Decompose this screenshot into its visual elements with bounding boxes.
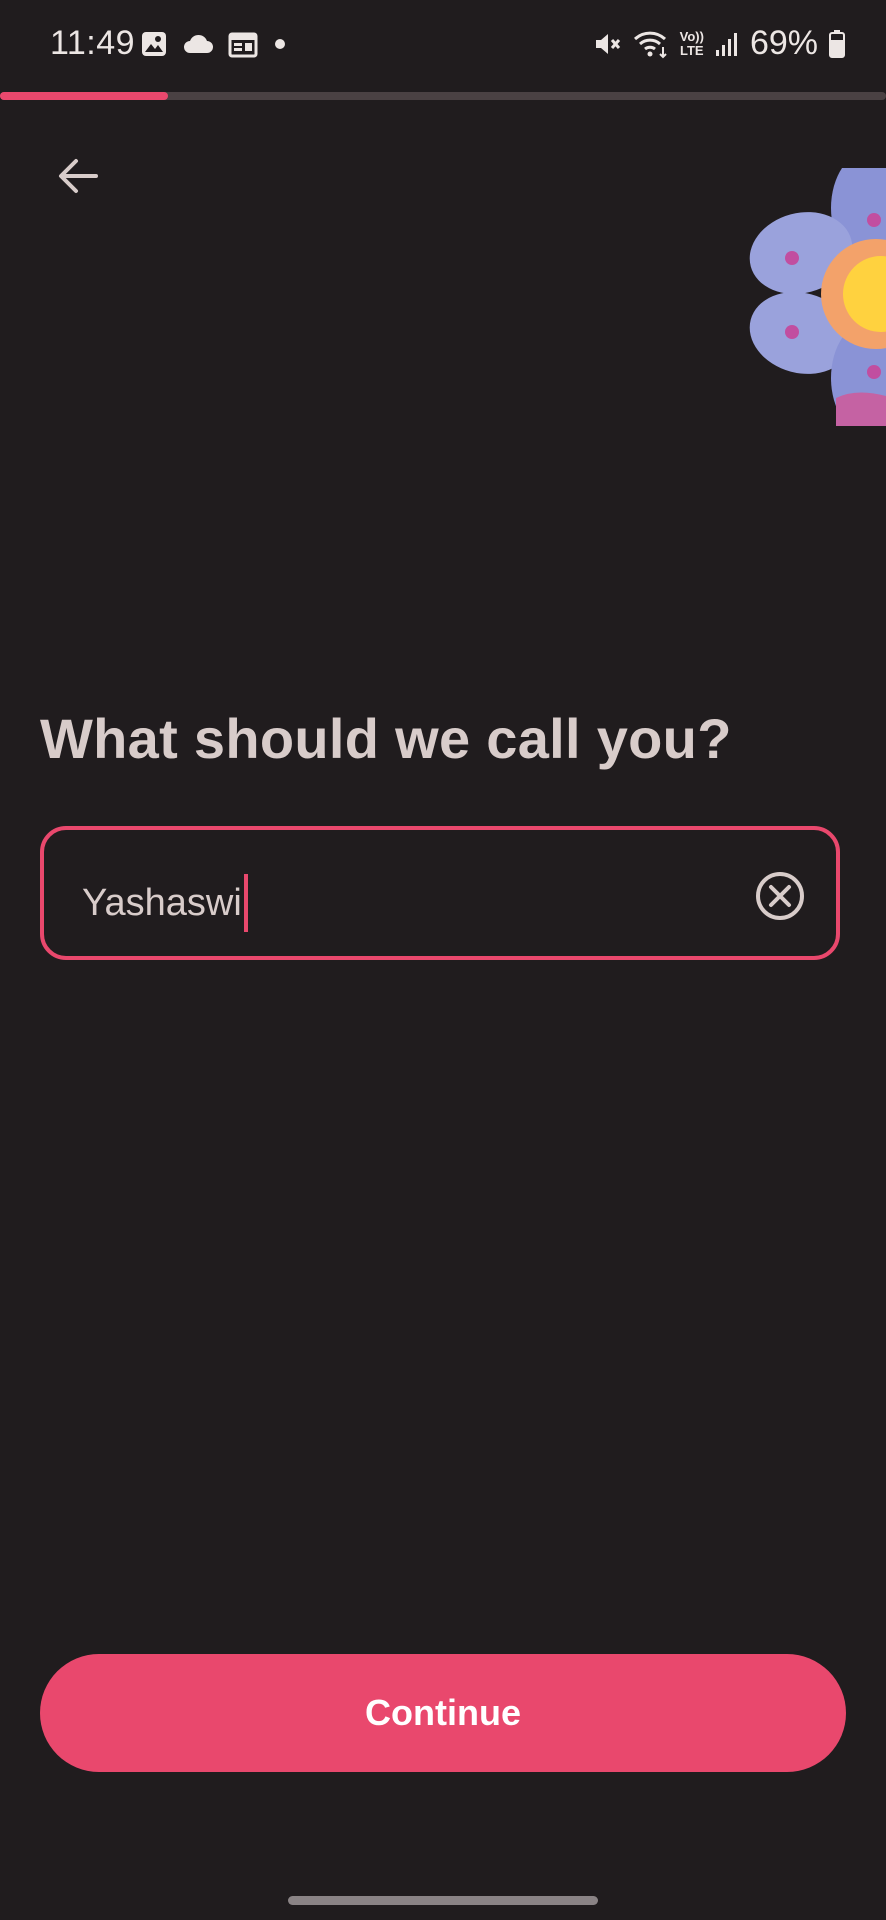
back-button[interactable] [48, 148, 108, 204]
cloud-icon [182, 33, 214, 55]
clear-circle-icon [754, 870, 806, 922]
image-icon [140, 30, 168, 58]
volte-icon: Vo)) LTE [679, 28, 704, 58]
name-input-field[interactable]: Yashaswi [82, 874, 248, 932]
clear-input-button[interactable] [754, 870, 806, 922]
dot-icon [272, 36, 288, 52]
text-caret [243, 874, 248, 932]
status-bar: 11:49 Vo)) LTE 69% [0, 0, 886, 92]
battery-icon [828, 29, 846, 59]
status-right-icons: Vo)) LTE 69% [592, 24, 846, 63]
calendar-icon [228, 30, 258, 58]
page-title: What should we call you? [40, 707, 732, 770]
status-left-icons [140, 30, 288, 58]
progress-fill [0, 92, 169, 100]
status-time: 11:49 [50, 24, 136, 62]
battery-percent: 69% [749, 24, 818, 62]
mute-icon [592, 29, 622, 59]
wifi-icon [632, 29, 670, 59]
onboarding-progress-bar [0, 92, 886, 100]
name-input-value: Yashaswi [82, 881, 242, 924]
name-input[interactable]: Yashaswi [40, 826, 840, 960]
continue-button[interactable]: Continue [40, 1654, 846, 1772]
flower-illustration [746, 168, 886, 426]
home-indicator[interactable] [288, 1896, 598, 1905]
volte-bottom-label: LTE [679, 42, 704, 58]
arrow-left-icon [56, 156, 100, 196]
signal-icon [714, 30, 740, 58]
volte-top-label: Vo)) [679, 28, 704, 44]
